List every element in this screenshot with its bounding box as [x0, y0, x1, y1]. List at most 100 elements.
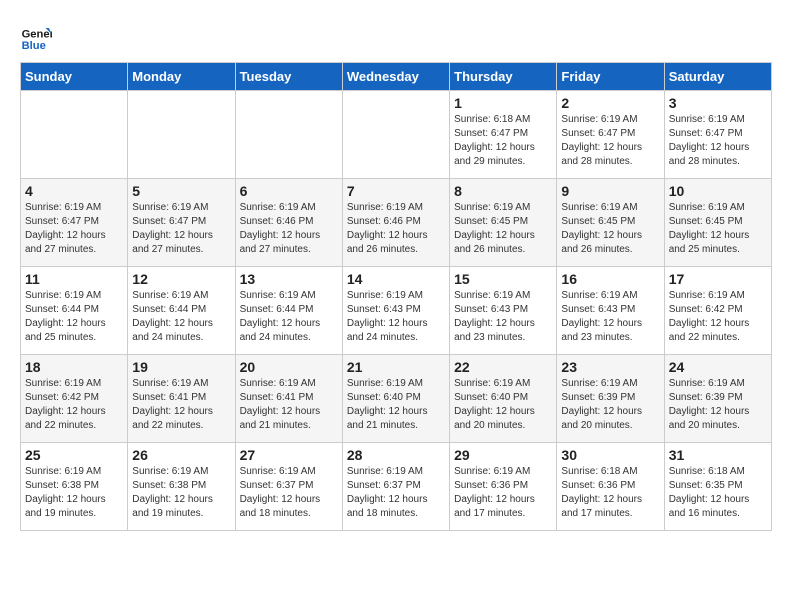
day-info: Sunrise: 6:18 AM Sunset: 6:47 PM Dayligh… [454, 113, 552, 169]
day-info: Sunrise: 6:19 AM Sunset: 6:38 PM Dayligh… [25, 465, 123, 521]
day-info: Sunrise: 6:19 AM Sunset: 6:47 PM Dayligh… [561, 113, 659, 169]
calendar-header-row: SundayMondayTuesdayWednesdayThursdayFrid… [21, 63, 772, 91]
day-info: Sunrise: 6:19 AM Sunset: 6:37 PM Dayligh… [347, 465, 445, 521]
calendar-cell: 19Sunrise: 6:19 AM Sunset: 6:41 PM Dayli… [128, 355, 235, 443]
calendar-cell: 3 Sunrise: 6:19 AM Sunset: 6:47 PM Daylig… [664, 91, 771, 179]
calendar-cell: 18 Sunrise: 6:19 AM Sunset: 6:42 PM Dayli… [21, 355, 128, 443]
calendar-cell: 24Sunrise: 6:19 AM Sunset: 6:39 PM Dayli… [664, 355, 771, 443]
calendar-cell: 8Sunrise: 6:19 AM Sunset: 6:45 PM Daylig… [450, 179, 557, 267]
day-number: 28 [347, 447, 445, 463]
svg-text:General: General [22, 29, 52, 41]
calendar-cell: 16 Sunrise: 6:19 AM Sunset: 6:43 PM Dayli… [557, 267, 664, 355]
calendar-cell: 25 Sunrise: 6:19 AM Sunset: 6:38 PM Dayli… [21, 443, 128, 531]
day-number: 6 [240, 183, 338, 199]
day-number: 4 [25, 183, 123, 199]
calendar-cell: 11Sunrise: 6:19 AM Sunset: 6:44 PM Dayli… [21, 267, 128, 355]
day-info: Sunrise: 6:19 AM Sunset: 6:47 PM Dayligh… [669, 113, 767, 169]
day-info: Sunrise: 6:18 AM Sunset: 6:36 PM Dayligh… [561, 465, 659, 521]
day-number: 26 [132, 447, 230, 463]
day-number: 7 [347, 183, 445, 199]
calendar-table: SundayMondayTuesdayWednesdayThursdayFrid… [20, 62, 772, 531]
svg-text:Blue: Blue [22, 40, 46, 52]
calendar-cell: 10Sunrise: 6:19 AM Sunset: 6:45 PM Dayli… [664, 179, 771, 267]
day-info: Sunrise: 6:18 AM Sunset: 6:35 PM Dayligh… [669, 465, 767, 521]
day-header-sunday: Sunday [21, 63, 128, 91]
calendar-cell: 5Sunrise: 6:19 AM Sunset: 6:47 PM Daylig… [128, 179, 235, 267]
day-number: 27 [240, 447, 338, 463]
day-number: 14 [347, 271, 445, 287]
calendar-cell [128, 91, 235, 179]
calendar-week-row: 18 Sunrise: 6:19 AM Sunset: 6:42 PM Dayli… [21, 355, 772, 443]
day-number: 11 [25, 271, 123, 287]
calendar-cell [342, 91, 449, 179]
day-number: 25 [25, 447, 123, 463]
day-number: 16 [561, 271, 659, 287]
calendar-week-row: 11 Sunrise: 6:19 AM Sunset: 6:44 PM Dayli… [21, 267, 772, 355]
calendar-cell: 21Sunrise: 6:19 AM Sunset: 6:40 PM Dayli… [342, 355, 449, 443]
day-info: Sunrise: 6:19 AM Sunset: 6:40 PM Dayligh… [454, 377, 552, 433]
calendar-cell: 13 Sunrise: 6:19 AM Sunset: 6:44 PM Dayli… [235, 267, 342, 355]
calendar-cell [235, 91, 342, 179]
day-info: Sunrise: 6:19 AM Sunset: 6:42 PM Dayligh… [25, 377, 123, 433]
day-info: Sunrise: 6:19 AM Sunset: 6:45 PM Dayligh… [454, 201, 552, 257]
day-header-wednesday: Wednesday [342, 63, 449, 91]
day-info: Sunrise: 6:19 AM Sunset: 6:43 PM Dayligh… [347, 289, 445, 345]
calendar-cell: 6 Sunrise: 6:19 AM Sunset: 6:46 PM Daylig… [235, 179, 342, 267]
day-number: 29 [454, 447, 552, 463]
calendar-week-row: 1 Sunrise: 6:18 AM Sunset: 6:47 PM Daylig… [21, 91, 772, 179]
day-number: 20 [240, 359, 338, 375]
calendar-cell: 20 Sunrise: 6:19 AM Sunset: 6:41 PM Dayli… [235, 355, 342, 443]
day-info: Sunrise: 6:19 AM Sunset: 6:44 PM Dayligh… [132, 289, 230, 345]
day-number: 12 [132, 271, 230, 287]
day-info: Sunrise: 6:19 AM Sunset: 6:43 PM Dayligh… [454, 289, 552, 345]
day-number: 18 [25, 359, 123, 375]
day-number: 19 [132, 359, 230, 375]
day-number: 15 [454, 271, 552, 287]
logo-icon: General Blue [20, 20, 52, 52]
day-info: Sunrise: 6:19 AM Sunset: 6:36 PM Dayligh… [454, 465, 552, 521]
day-info: Sunrise: 6:19 AM Sunset: 6:41 PM Dayligh… [240, 377, 338, 433]
calendar-cell: 14 Sunrise: 6:19 AM Sunset: 6:43 PM Dayli… [342, 267, 449, 355]
day-number: 2 [561, 95, 659, 111]
day-info: Sunrise: 6:19 AM Sunset: 6:47 PM Dayligh… [25, 201, 123, 257]
day-info: Sunrise: 6:19 AM Sunset: 6:37 PM Dayligh… [240, 465, 338, 521]
calendar-cell: 31 Sunrise: 6:18 AM Sunset: 6:35 PM Dayli… [664, 443, 771, 531]
day-info: Sunrise: 6:19 AM Sunset: 6:39 PM Dayligh… [561, 377, 659, 433]
calendar-week-row: 25 Sunrise: 6:19 AM Sunset: 6:38 PM Dayli… [21, 443, 772, 531]
calendar-cell [21, 91, 128, 179]
calendar-cell: 29 Sunrise: 6:19 AM Sunset: 6:36 PM Dayli… [450, 443, 557, 531]
day-number: 9 [561, 183, 659, 199]
calendar-cell: 7 Sunrise: 6:19 AM Sunset: 6:46 PM Daylig… [342, 179, 449, 267]
calendar-cell: 30 Sunrise: 6:18 AM Sunset: 6:36 PM Dayli… [557, 443, 664, 531]
day-header-thursday: Thursday [450, 63, 557, 91]
day-info: Sunrise: 6:19 AM Sunset: 6:46 PM Dayligh… [240, 201, 338, 257]
day-info: Sunrise: 6:19 AM Sunset: 6:38 PM Dayligh… [132, 465, 230, 521]
day-number: 22 [454, 359, 552, 375]
page-header: General Blue [20, 20, 772, 52]
day-info: Sunrise: 6:19 AM Sunset: 6:39 PM Dayligh… [669, 377, 767, 433]
day-header-tuesday: Tuesday [235, 63, 342, 91]
day-info: Sunrise: 6:19 AM Sunset: 6:47 PM Dayligh… [132, 201, 230, 257]
day-number: 23 [561, 359, 659, 375]
day-number: 17 [669, 271, 767, 287]
day-number: 30 [561, 447, 659, 463]
calendar-cell: 9 Sunrise: 6:19 AM Sunset: 6:45 PM Daylig… [557, 179, 664, 267]
day-info: Sunrise: 6:19 AM Sunset: 6:43 PM Dayligh… [561, 289, 659, 345]
calendar-cell: 23 Sunrise: 6:19 AM Sunset: 6:39 PM Dayli… [557, 355, 664, 443]
calendar-cell: 17Sunrise: 6:19 AM Sunset: 6:42 PM Dayli… [664, 267, 771, 355]
calendar-week-row: 4 Sunrise: 6:19 AM Sunset: 6:47 PM Daylig… [21, 179, 772, 267]
day-number: 10 [669, 183, 767, 199]
day-header-monday: Monday [128, 63, 235, 91]
calendar-cell: 15 Sunrise: 6:19 AM Sunset: 6:43 PM Dayli… [450, 267, 557, 355]
day-info: Sunrise: 6:19 AM Sunset: 6:46 PM Dayligh… [347, 201, 445, 257]
day-info: Sunrise: 6:19 AM Sunset: 6:44 PM Dayligh… [240, 289, 338, 345]
day-number: 13 [240, 271, 338, 287]
calendar-cell: 4 Sunrise: 6:19 AM Sunset: 6:47 PM Daylig… [21, 179, 128, 267]
day-number: 1 [454, 95, 552, 111]
calendar-cell: 1 Sunrise: 6:18 AM Sunset: 6:47 PM Daylig… [450, 91, 557, 179]
day-number: 31 [669, 447, 767, 463]
day-number: 3 [669, 95, 767, 111]
day-info: Sunrise: 6:19 AM Sunset: 6:45 PM Dayligh… [561, 201, 659, 257]
calendar-cell: 28 Sunrise: 6:19 AM Sunset: 6:37 PM Dayli… [342, 443, 449, 531]
day-number: 21 [347, 359, 445, 375]
